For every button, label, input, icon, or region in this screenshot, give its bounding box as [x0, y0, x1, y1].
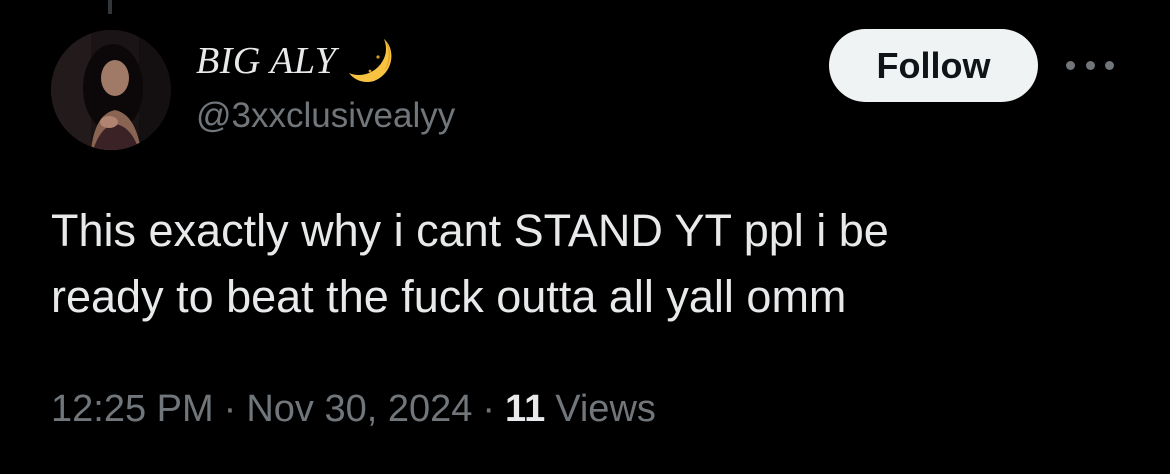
more-dot — [1085, 60, 1095, 70]
tweet-text: This exactly why i cant STAND YT ppl i b… — [51, 198, 1121, 330]
follow-button[interactable]: Follow — [829, 29, 1038, 102]
meta-separator: · — [223, 388, 237, 430]
thread-connector-line — [108, 0, 112, 14]
crescent-moon-icon — [348, 37, 400, 85]
more-dot — [1105, 60, 1114, 70]
tweet-time[interactable]: 12:25 PM — [51, 388, 214, 431]
more-options-icon[interactable] — [1066, 52, 1114, 78]
avatar-photo — [51, 30, 171, 150]
avatar[interactable] — [51, 30, 171, 150]
tweet-date[interactable]: Nov 30, 2024 — [246, 388, 472, 431]
display-name[interactable]: BIG ALY — [196, 39, 336, 83]
view-count[interactable]: 11 — [505, 388, 545, 431]
tweet-text-line-2: ready to beat the fuck outta all yall om… — [51, 271, 847, 322]
author-handle[interactable]: @3xxclusivealyy — [196, 96, 455, 136]
tweet-meta: 12:25 PM · Nov 30, 2024 · 11 Views — [51, 388, 656, 431]
author-name-row[interactable]: BIG ALY — [196, 38, 400, 84]
views-label[interactable]: Views — [555, 388, 656, 431]
tweet-text-line-1: This exactly why i cant STAND YT ppl i b… — [51, 205, 889, 256]
meta-separator: · — [482, 388, 496, 430]
more-dot — [1066, 60, 1075, 70]
